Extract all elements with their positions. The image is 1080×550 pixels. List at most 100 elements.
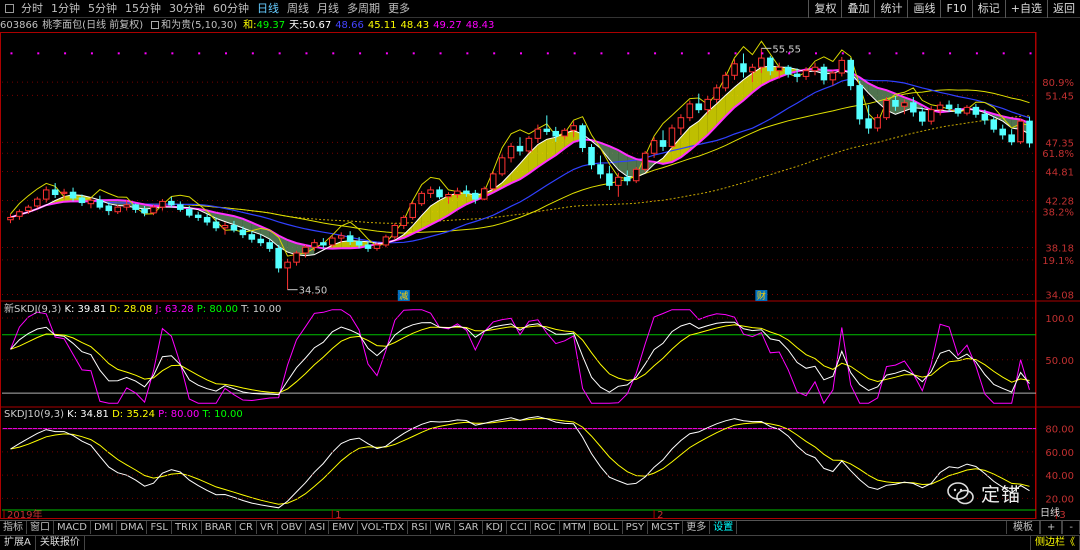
- indicator-tab-1[interactable]: 窗口: [27, 521, 54, 534]
- top-button-5[interactable]: 标记: [971, 0, 1005, 18]
- skdj-axis-label: 100.0: [1045, 314, 1074, 325]
- indicator-tab-17[interactable]: KDJ: [483, 521, 507, 534]
- candle-body: [34, 198, 41, 207]
- indicator-tab-8[interactable]: CR: [236, 521, 257, 534]
- candle-body: [632, 168, 640, 182]
- indicator-name[interactable]: 和为贵(5,10,30): [161, 20, 237, 31]
- skdj10-d-line: [10, 417, 1030, 505]
- period-tab-9[interactable]: 多周期: [343, 0, 384, 18]
- candle-body: [16, 211, 23, 217]
- value-5: 48.43: [400, 20, 430, 31]
- indicator-tab-20[interactable]: MTM: [560, 521, 590, 534]
- signal-dot: [707, 52, 710, 55]
- top-button-4[interactable]: F10: [940, 0, 971, 18]
- candle-body: [561, 129, 568, 137]
- indicator-toolbar: 指标 窗口 MACD DMI DMA FSL TRIX BRAR CR VR OBV ASI EMV VO…: [0, 520, 1080, 534]
- indicator-tab-7[interactable]: BRAR: [202, 521, 236, 534]
- candle-body: [427, 189, 434, 194]
- indicator-tab-5[interactable]: FSL: [147, 521, 172, 534]
- watermark: 定锚: [947, 480, 1021, 507]
- period-tab-2[interactable]: 5分钟: [84, 0, 121, 18]
- period-tab-0[interactable]: 分时: [17, 0, 47, 18]
- top-button-3[interactable]: 画线: [907, 0, 940, 18]
- indicator-tab-9[interactable]: VR: [257, 521, 278, 534]
- candle-body: [784, 66, 792, 75]
- candle-body: [793, 73, 801, 77]
- period-tab-4[interactable]: 30分钟: [165, 0, 209, 18]
- candle-body: [337, 235, 345, 239]
- period-tab-3[interactable]: 15分钟: [121, 0, 165, 18]
- period-tab-10[interactable]: 更多: [384, 0, 414, 18]
- signal-dot: [412, 52, 415, 55]
- indicator-tab-16[interactable]: SAR: [455, 521, 483, 534]
- indicator-tab-14[interactable]: RSI: [408, 521, 432, 534]
- candle-body: [498, 157, 506, 175]
- indicator-tab-22[interactable]: PSY: [623, 521, 649, 534]
- indicator-checkbox[interactable]: [151, 21, 160, 29]
- indicator-tab-2[interactable]: MACD: [54, 521, 91, 534]
- price-axis-label: 80.9%: [1042, 78, 1074, 89]
- candle-body: [1017, 120, 1024, 143]
- period-tab-5[interactable]: 60分钟: [209, 0, 253, 18]
- candle-body: [78, 197, 86, 204]
- signal-dot: [359, 52, 362, 55]
- signal-dot: [10, 52, 13, 55]
- signal-dot: [332, 52, 335, 55]
- indicator-tab-11[interactable]: ASI: [306, 521, 330, 534]
- period-tab-8[interactable]: 月线: [313, 0, 343, 18]
- indicator-tab-21[interactable]: BOLL: [590, 521, 623, 534]
- candle-body: [364, 244, 372, 249]
- top-button-6[interactable]: +自选: [1004, 0, 1047, 18]
- toolbar-right-2[interactable]: -: [1062, 521, 1080, 534]
- candle-body: [597, 164, 604, 175]
- indicator-tab-24[interactable]: 更多: [683, 521, 711, 534]
- candle-body: [212, 221, 220, 229]
- candle-body: [355, 241, 363, 246]
- ma20-line: [10, 78, 1030, 244]
- candle-body: [677, 117, 685, 129]
- candle-body: [445, 194, 452, 198]
- expand-a-tab[interactable]: 扩展A: [0, 536, 36, 550]
- related-quote-tab[interactable]: 关联报价: [36, 536, 85, 550]
- top-button-1[interactable]: 叠加: [841, 0, 874, 18]
- value-7: 48.43: [465, 20, 495, 31]
- indicator-tab-0[interactable]: 指标: [0, 521, 27, 534]
- signal-dot: [251, 52, 254, 55]
- candle-body: [668, 127, 676, 147]
- sidebar-toggle[interactable]: 侧边栏《: [1030, 536, 1080, 550]
- toolbar-right-0[interactable]: 模板: [1006, 521, 1040, 534]
- signal-dot: [868, 52, 871, 55]
- indicator-tab-13[interactable]: VOL-TDX: [358, 521, 409, 534]
- indicator-tab-19[interactable]: ROC: [531, 521, 560, 534]
- candle-body: [623, 176, 631, 182]
- candle-body: [615, 176, 622, 186]
- candle-body: [516, 145, 524, 152]
- top-button-7[interactable]: 返回: [1047, 0, 1080, 18]
- indicator-tab-15[interactable]: WR: [431, 521, 456, 534]
- indicator-tab-18[interactable]: CCI: [507, 521, 531, 534]
- period-tab-6[interactable]: 日线: [253, 0, 283, 18]
- candle-body: [185, 208, 193, 216]
- top-button-0[interactable]: 复权: [808, 0, 841, 18]
- indicator-tab-12[interactable]: EMV: [329, 521, 358, 534]
- chart-canvas[interactable]: 51.45 80.9% 47.3561.8% 44.81 42.2838.2% 38.18…: [0, 32, 1080, 520]
- indicator-tab-10[interactable]: OBV: [278, 521, 306, 534]
- indicator-tab-25[interactable]: 设置: [710, 521, 738, 534]
- indicator-tab-6[interactable]: TRIX: [172, 521, 202, 534]
- indicator-tab-4[interactable]: DMA: [117, 521, 148, 534]
- candle-body: [275, 247, 282, 269]
- period-tab-7[interactable]: 周线: [283, 0, 313, 18]
- period-tab-1[interactable]: 1分钟: [47, 0, 84, 18]
- toolbar-right-1[interactable]: +: [1040, 521, 1063, 534]
- candle-body: [945, 104, 953, 110]
- candle-body: [302, 246, 309, 254]
- bottom-bar: 扩展A 关联报价 侧边栏《: [0, 535, 1080, 550]
- indicator-tab-23[interactable]: MCST: [648, 521, 684, 534]
- indicator-tab-3[interactable]: DMI: [91, 521, 118, 534]
- top-button-2[interactable]: 统计: [874, 0, 907, 18]
- top-right-buttons: 复权 叠加 统计 画线 F10 标记 +自选 返回: [808, 0, 1080, 18]
- menu-checkbox[interactable]: [5, 4, 14, 13]
- candle-body: [695, 103, 703, 111]
- period-label: 日线: [1040, 506, 1060, 519]
- candle-body: [87, 199, 95, 205]
